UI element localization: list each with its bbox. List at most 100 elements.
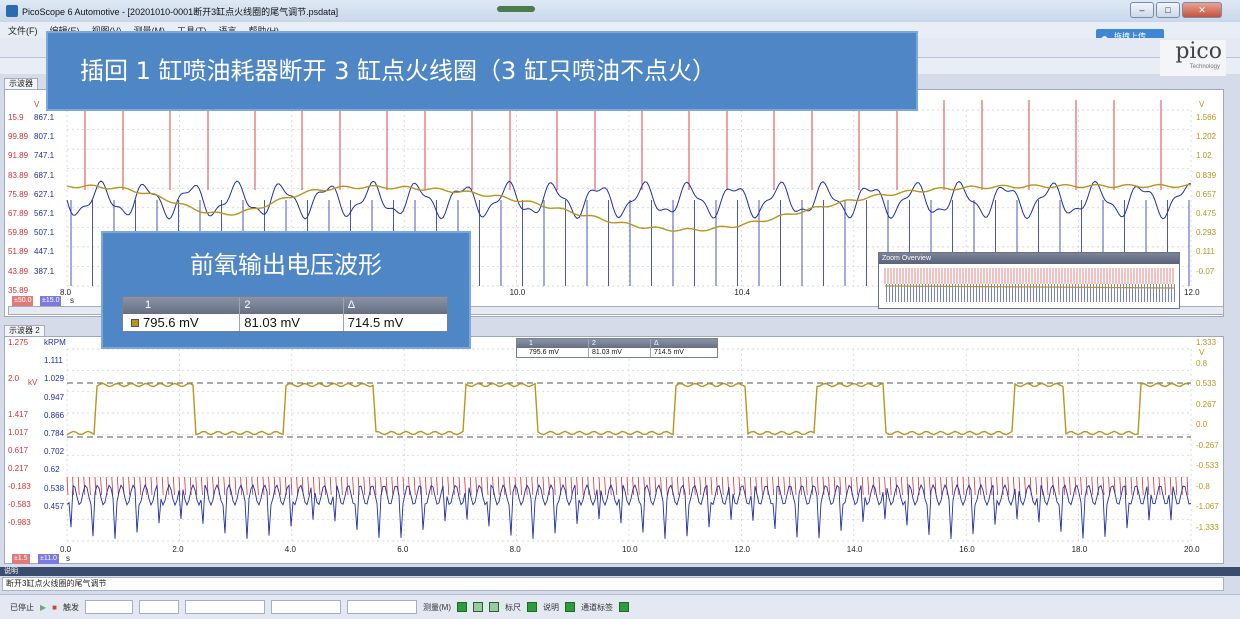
axis-tick-label: 507.1 bbox=[34, 228, 55, 238]
minimize-button[interactable]: – bbox=[1130, 2, 1154, 18]
scope-2-x-unit: s bbox=[66, 554, 70, 563]
maximize-button[interactable]: □ bbox=[1156, 2, 1180, 18]
scope-1-range-b[interactable]: ±15.0 bbox=[40, 296, 62, 306]
ruler-large-v3: 714.5 mV bbox=[347, 315, 404, 330]
axis-tick-label: -0.983 bbox=[8, 518, 31, 527]
notes-label[interactable]: 说明 bbox=[543, 602, 559, 613]
play-icon[interactable]: ▶ bbox=[40, 603, 46, 612]
axis-tick-label: 0.657 bbox=[1196, 189, 1217, 199]
axis-tick-label: -0.583 bbox=[8, 500, 31, 509]
axis-tick-label: -0.267 bbox=[1196, 440, 1219, 450]
x-tick-label: 10.4 bbox=[734, 288, 750, 297]
axis-tick-label: 0.866 bbox=[44, 410, 65, 420]
axis-tick-label: 387.1 bbox=[34, 266, 55, 276]
zoom-overview-title: Zoom Overview bbox=[879, 253, 1179, 264]
x-tick-label: 2.0 bbox=[172, 545, 184, 554]
trigger-mode-select[interactable] bbox=[85, 600, 133, 614]
x-tick-label: 12.0 bbox=[734, 545, 750, 554]
axis-tick-label: 1.417 bbox=[8, 410, 29, 419]
window-title: PicoScope 6 Automotive - [20201010-0001断… bbox=[22, 6, 339, 17]
axis-tick-label: -0.533 bbox=[1196, 461, 1219, 470]
o2-voltage-trace bbox=[66, 382, 1190, 436]
axis-tick-label: 0.0 bbox=[1196, 420, 1208, 429]
notes-header: 说明 bbox=[0, 567, 1240, 576]
ruler-toggle-icon[interactable] bbox=[527, 602, 537, 612]
title-bar: PicoScope 6 Automotive - [20201010-0001断… bbox=[0, 0, 1240, 22]
ruler-small-v1: 795.6 mV bbox=[517, 348, 589, 357]
channel-labels-toggle-icon[interactable] bbox=[619, 602, 629, 612]
scope-2-panel bbox=[4, 336, 1224, 564]
ruler-table-large[interactable]: 1 2 Δ 795.6 mV 81.03 mV 714.5 mV bbox=[122, 296, 448, 332]
delete-measure-icon[interactable] bbox=[489, 602, 499, 612]
scope-2-range-b[interactable]: ±11.0 bbox=[38, 554, 59, 564]
annotation-callout-top: 插回 1 缸喷油耗器断开 3 缸点火线圈（3 缸只喷油不点火） bbox=[46, 31, 918, 111]
ruler-table-small[interactable]: 1 2 Δ 795.6 mV 81.03 mV 714.5 mV bbox=[516, 338, 718, 358]
axis-tick-label: 0.267 bbox=[1196, 399, 1217, 409]
ruler-small-v3: 714.5 mV bbox=[654, 349, 684, 356]
scope-2-x-axis: 0.0 2.0 4.0 6.0 8.0 10.0 12.0 14.0 16.0 18.0 20.0 bbox=[0, 545, 1240, 555]
notes-toggle-icon[interactable] bbox=[565, 602, 575, 612]
axis-tick-label: 627.1 bbox=[34, 189, 55, 199]
axis-tick-label: 867.1 bbox=[34, 113, 55, 122]
x-tick-label: 6.0 bbox=[397, 545, 409, 554]
axis-tick-label: 0.947 bbox=[44, 392, 65, 402]
axis-tick-label: 1.275 bbox=[8, 338, 29, 347]
ruler-large-h1: 1 bbox=[123, 297, 241, 314]
scope-1-left-unit: V bbox=[34, 100, 40, 109]
axis-tick-label: 67.89 bbox=[8, 209, 29, 218]
scope-2-right-unit: V bbox=[1199, 348, 1205, 357]
zoom-overview-plot bbox=[884, 268, 1176, 302]
axis-tick-label: 59.89 bbox=[8, 228, 29, 238]
axis-tick-label: 43.89 bbox=[8, 266, 29, 276]
trigger-position-field[interactable] bbox=[271, 600, 341, 614]
axis-tick-label: 15.9 bbox=[8, 113, 24, 122]
axis-tick-label: 0.217 bbox=[8, 464, 29, 473]
axis-tick-label: 807.1 bbox=[34, 132, 55, 142]
measure-label[interactable]: 测量(M) bbox=[423, 602, 451, 613]
axis-tick-label: 91.89 bbox=[8, 151, 29, 161]
channel-labels-label[interactable]: 通道标签 bbox=[581, 602, 613, 613]
axis-tick-label: 1.333 bbox=[1196, 338, 1217, 347]
add-measure-icon[interactable] bbox=[457, 602, 467, 612]
menu-file[interactable]: 文件(F) bbox=[8, 24, 38, 37]
tab-scope-2[interactable]: 示波器 2 bbox=[4, 325, 45, 336]
scope-1-range-a[interactable]: ±50.0 bbox=[12, 296, 34, 306]
scope-2-range-a[interactable]: ±1.5 bbox=[12, 554, 30, 564]
notes-text[interactable]: 断开3缸点火线圈的尾气调节 bbox=[2, 577, 1224, 591]
stop-icon[interactable]: ■ bbox=[52, 603, 57, 612]
trigger-label: 触发 bbox=[63, 602, 79, 612]
ruler-label[interactable]: 标尺 bbox=[505, 602, 521, 613]
scope-2-plot[interactable] bbox=[5, 337, 1223, 563]
axis-tick-label: 747.1 bbox=[34, 151, 55, 161]
axis-tick-label: 687.1 bbox=[34, 170, 55, 180]
zoom-overview[interactable]: Zoom Overview bbox=[878, 252, 1180, 309]
trigger-level-field[interactable] bbox=[185, 600, 265, 614]
pretrigger-field[interactable] bbox=[347, 600, 417, 614]
tab-scope-1[interactable]: 示波器 bbox=[4, 78, 38, 89]
ignition-kv-trace bbox=[66, 476, 1189, 496]
ruler-large-h3: Δ bbox=[347, 299, 356, 311]
app-icon bbox=[6, 5, 18, 17]
axis-tick-label: -0.183 bbox=[8, 482, 31, 491]
axis-tick-label: 0.62 bbox=[44, 465, 60, 475]
axis-tick-label: 99.89 bbox=[8, 132, 29, 142]
status-label: 已停止 bbox=[10, 602, 34, 612]
axis-tick-label: 1.566 bbox=[1196, 113, 1217, 122]
axis-tick-label: 0.784 bbox=[44, 429, 65, 438]
pico-logo: pico Technology bbox=[1160, 40, 1226, 76]
axis-tick-label: 0.111 bbox=[1196, 247, 1215, 257]
close-button[interactable]: ✕ bbox=[1182, 2, 1222, 18]
axis-tick-label: 1.017 bbox=[8, 428, 29, 437]
edit-measure-icon[interactable] bbox=[473, 602, 483, 612]
axis-tick-label: 447.1 bbox=[34, 247, 55, 257]
axis-tick-label: 2.0 bbox=[8, 374, 20, 383]
logo-word: pico bbox=[1175, 39, 1222, 64]
x-tick-label: 16.0 bbox=[959, 545, 975, 554]
axis-tick-label: 51.89 bbox=[8, 247, 29, 257]
annotation-middle-text: 前氧输出电压波形 bbox=[190, 251, 382, 279]
trigger-edge-select[interactable] bbox=[139, 600, 179, 614]
ruler-large-h2: 2 bbox=[240, 297, 344, 314]
axis-tick-label: 0.475 bbox=[1196, 209, 1217, 218]
x-tick-label: 20.0 bbox=[1184, 545, 1200, 554]
annotation-top-text: 插回 1 缸喷油耗器断开 3 缸点火线圈（3 缸只喷油不点火） bbox=[80, 57, 716, 85]
